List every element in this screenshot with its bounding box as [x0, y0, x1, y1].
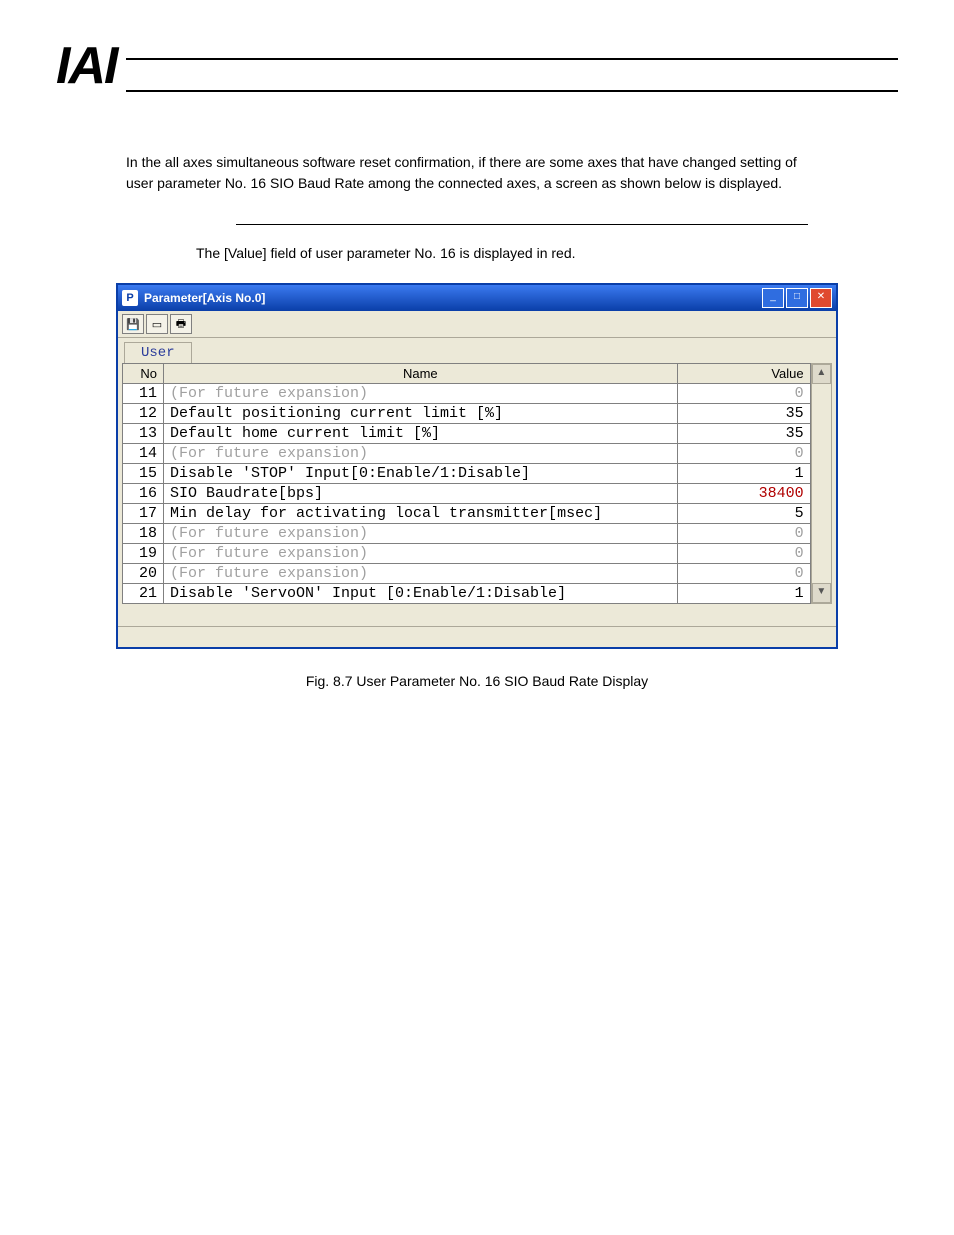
- indent-note: The [Value] field of user parameter No. …: [196, 245, 898, 261]
- parameter-table: No Name Value 11(For future expansion)01…: [122, 363, 811, 604]
- cell-name[interactable]: SIO Baudrate[bps]: [164, 484, 678, 504]
- cell-no[interactable]: 21: [123, 584, 164, 604]
- table-row[interactable]: 16SIO Baudrate[bps]38400: [123, 484, 811, 504]
- cell-value[interactable]: 0: [677, 444, 810, 464]
- cell-value[interactable]: 0: [677, 544, 810, 564]
- cell-name[interactable]: (For future expansion): [164, 544, 678, 564]
- titlebar[interactable]: P Parameter[Axis No.0] _ □ ✕: [118, 285, 836, 311]
- cell-name[interactable]: (For future expansion): [164, 384, 678, 404]
- app-icon: P: [122, 290, 138, 306]
- table-row[interactable]: 11(For future expansion)0: [123, 384, 811, 404]
- cell-name[interactable]: Default home current limit [%]: [164, 424, 678, 444]
- toolbar: 💾 ▭ 🖶: [118, 311, 836, 338]
- scroll-down-button[interactable]: ▼: [812, 583, 831, 603]
- scroll-up-button[interactable]: ▲: [812, 364, 831, 384]
- cell-value[interactable]: 0: [677, 384, 810, 404]
- cell-no[interactable]: 18: [123, 524, 164, 544]
- cell-value[interactable]: 35: [677, 424, 810, 444]
- cell-value[interactable]: 38400: [677, 484, 810, 504]
- table-row[interactable]: 19(For future expansion)0: [123, 544, 811, 564]
- tab-bar: User: [118, 338, 836, 363]
- col-header-no[interactable]: No: [123, 364, 164, 384]
- cell-no[interactable]: 13: [123, 424, 164, 444]
- paragraph-underline: [236, 224, 808, 225]
- cell-name[interactable]: (For future expansion): [164, 564, 678, 584]
- close-button[interactable]: ✕: [810, 288, 832, 308]
- window-icon[interactable]: ▭: [146, 314, 168, 334]
- cell-value[interactable]: 35: [677, 404, 810, 424]
- cell-no[interactable]: 11: [123, 384, 164, 404]
- page-banner: IAI: [56, 40, 898, 92]
- cell-no[interactable]: 20: [123, 564, 164, 584]
- tab-user[interactable]: User: [124, 342, 192, 363]
- table-row[interactable]: 12Default positioning current limit [%]3…: [123, 404, 811, 424]
- cell-name[interactable]: Min delay for activating local transmitt…: [164, 504, 678, 524]
- print-icon[interactable]: 🖶: [170, 314, 192, 334]
- cell-no[interactable]: 14: [123, 444, 164, 464]
- cell-no[interactable]: 15: [123, 464, 164, 484]
- save-icon[interactable]: 💾: [122, 314, 144, 334]
- window-title: Parameter[Axis No.0]: [144, 291, 760, 305]
- figure-caption: Fig. 8.7 User Parameter No. 16 SIO Baud …: [56, 673, 898, 689]
- col-header-value[interactable]: Value: [677, 364, 810, 384]
- cell-value[interactable]: 0: [677, 564, 810, 584]
- cell-value[interactable]: 0: [677, 524, 810, 544]
- intro-paragraph: In the all axes simultaneous software re…: [126, 152, 808, 194]
- table-row[interactable]: 21Disable 'ServoON' Input [0:Enable/1:Di…: [123, 584, 811, 604]
- table-row[interactable]: 13Default home current limit [%]35: [123, 424, 811, 444]
- cell-name[interactable]: Disable 'ServoON' Input [0:Enable/1:Disa…: [164, 584, 678, 604]
- cell-value[interactable]: 1: [677, 464, 810, 484]
- parameter-window: P Parameter[Axis No.0] _ □ ✕ 💾 ▭ 🖶 User …: [116, 283, 838, 649]
- cell-name[interactable]: (For future expansion): [164, 444, 678, 464]
- cell-name[interactable]: (For future expansion): [164, 524, 678, 544]
- cell-name[interactable]: Disable 'STOP' Input[0:Enable/1:Disable]: [164, 464, 678, 484]
- cell-value[interactable]: 5: [677, 504, 810, 524]
- cell-no[interactable]: 16: [123, 484, 164, 504]
- table-row[interactable]: 18(For future expansion)0: [123, 524, 811, 544]
- cell-value[interactable]: 1: [677, 584, 810, 604]
- cell-no[interactable]: 12: [123, 404, 164, 424]
- cell-no[interactable]: 19: [123, 544, 164, 564]
- cell-no[interactable]: 17: [123, 504, 164, 524]
- minimize-button[interactable]: _: [762, 288, 784, 308]
- vertical-scrollbar[interactable]: ▲ ▼: [811, 363, 832, 604]
- table-row[interactable]: 14(For future expansion)0: [123, 444, 811, 464]
- maximize-button[interactable]: □: [786, 288, 808, 308]
- banner-rules: [126, 58, 898, 92]
- cell-name[interactable]: Default positioning current limit [%]: [164, 404, 678, 424]
- table-row[interactable]: 17Min delay for activating local transmi…: [123, 504, 811, 524]
- iai-logo: IAI: [56, 40, 116, 92]
- table-row[interactable]: 15Disable 'STOP' Input[0:Enable/1:Disabl…: [123, 464, 811, 484]
- status-bar: [118, 626, 836, 647]
- col-header-name[interactable]: Name: [164, 364, 678, 384]
- table-row[interactable]: 20(For future expansion)0: [123, 564, 811, 584]
